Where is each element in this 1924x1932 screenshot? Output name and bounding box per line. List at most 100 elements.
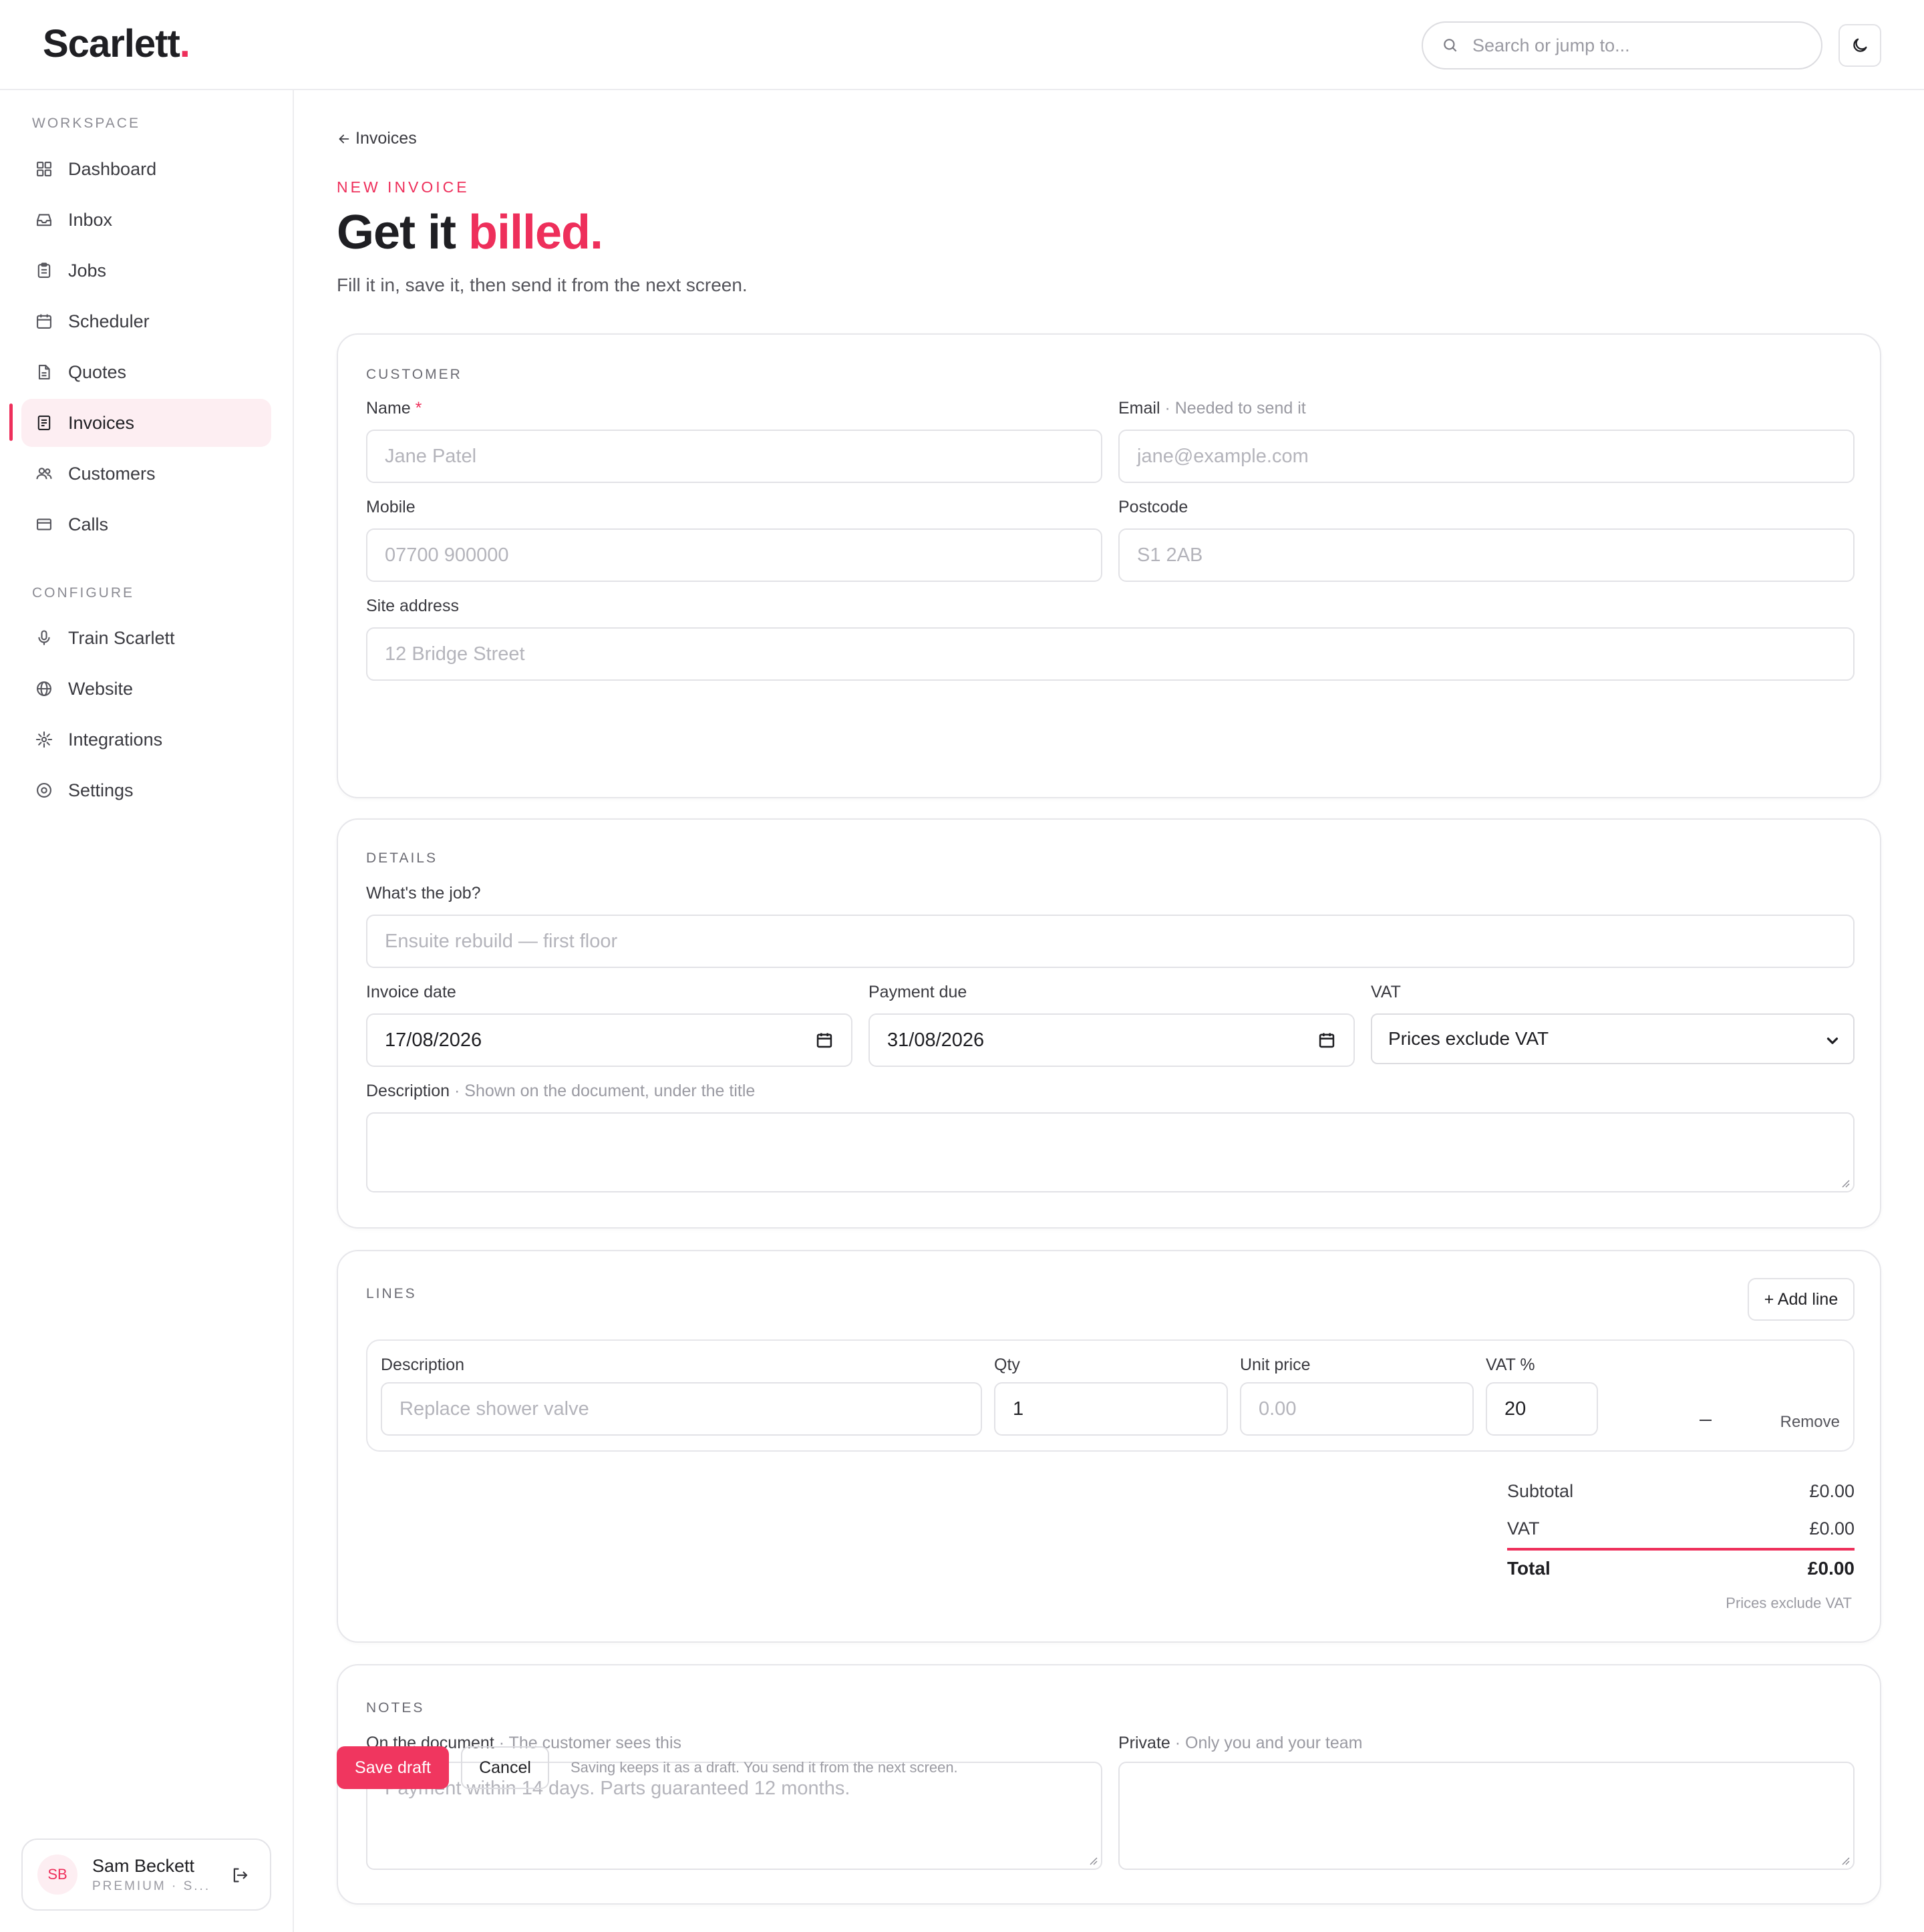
sidebar-item-customers[interactable]: Customers bbox=[21, 450, 271, 498]
sidebar-item-label: Quotes bbox=[68, 361, 127, 382]
search-input[interactable]: Search or jump to... bbox=[1422, 21, 1822, 69]
sidebar: WORKSPACE Dashboard Inbox Jobs Scheduler… bbox=[0, 90, 294, 1932]
top-bar: Scarlett. Search or jump to... bbox=[0, 0, 1924, 90]
name-label: Name * bbox=[366, 399, 422, 418]
sidebar-item-scheduler[interactable]: Scheduler bbox=[21, 297, 271, 345]
line-total-placeholder bbox=[1700, 1420, 1712, 1421]
sidebar-item-inbox[interactable]: Inbox bbox=[21, 196, 271, 244]
sidebar-item-label: Website bbox=[68, 678, 134, 699]
calendar-icon[interactable] bbox=[1317, 1031, 1336, 1050]
resize-grip-icon[interactable] bbox=[1088, 1855, 1098, 1866]
cancel-button[interactable]: Cancel bbox=[461, 1746, 549, 1789]
calendar-icon bbox=[37, 314, 51, 329]
sidebar-item-label: Settings bbox=[68, 780, 134, 800]
back-link[interactable]: Invoices bbox=[337, 129, 417, 148]
qty-label: Qty bbox=[994, 1355, 1020, 1374]
qty-field[interactable]: 1 bbox=[994, 1382, 1228, 1436]
inbox-icon bbox=[37, 214, 51, 226]
vat-label: VAT bbox=[1371, 983, 1401, 1001]
mobile-field[interactable]: 07700 900000 bbox=[366, 528, 1102, 582]
save-draft-button[interactable]: Save draft bbox=[337, 1746, 449, 1789]
mobile-label: Mobile bbox=[366, 498, 416, 516]
line-description-label: Description bbox=[381, 1355, 465, 1374]
unit-price-field[interactable]: 0.00 bbox=[1240, 1382, 1474, 1436]
private-notes-label: Private · Only you and your team bbox=[1118, 1734, 1363, 1752]
users-icon bbox=[36, 468, 52, 480]
app-logo[interactable]: Scarlett. bbox=[43, 21, 190, 66]
sparkle-icon bbox=[35, 731, 53, 748]
vat-select[interactable]: Prices exclude VAT bbox=[1371, 1013, 1855, 1064]
name-field[interactable]: Jane Patel bbox=[366, 430, 1102, 483]
lines-card: LINES + Add line Description Replace sho… bbox=[337, 1250, 1881, 1643]
user-card[interactable]: SB Sam Beckett PREMIUM · S... bbox=[21, 1838, 271, 1911]
line-vat-field[interactable]: 20 bbox=[1486, 1382, 1598, 1436]
phone-card-icon bbox=[37, 518, 51, 530]
save-hint: Saving keeps it as a draft. You send it … bbox=[571, 1759, 958, 1776]
email-field[interactable]: jane@example.com bbox=[1118, 430, 1855, 483]
vat-note: Prices exclude VAT bbox=[1726, 1595, 1852, 1611]
line-vat-label: VAT % bbox=[1486, 1355, 1535, 1374]
customer-section-title: CUSTOMER bbox=[366, 367, 462, 382]
grid-icon bbox=[37, 162, 51, 176]
invoice-date-field[interactable]: 17/08/2026 bbox=[366, 1013, 852, 1067]
postcode-field[interactable]: S1 2AB bbox=[1118, 528, 1855, 582]
sidebar-section-configure: CONFIGURE bbox=[32, 585, 134, 601]
microphone-icon bbox=[38, 630, 50, 645]
sidebar-item-label: Scheduler bbox=[68, 311, 150, 331]
sidebar-item-jobs[interactable]: Jobs bbox=[21, 247, 271, 295]
notes-section-title: NOTES bbox=[366, 1700, 425, 1716]
document-icon bbox=[38, 365, 50, 379]
private-notes-field[interactable] bbox=[1118, 1762, 1855, 1870]
remove-line-button[interactable]: Remove bbox=[1780, 1413, 1840, 1432]
job-field[interactable]: Ensuite rebuild — first floor bbox=[366, 915, 1855, 968]
sidebar-item-label: Invoices bbox=[68, 412, 135, 433]
theme-toggle-button[interactable] bbox=[1838, 24, 1881, 67]
sidebar-section-workspace: WORKSPACE bbox=[32, 116, 140, 131]
page-title: Get it billed. bbox=[337, 206, 603, 259]
description-field[interactable] bbox=[366, 1112, 1855, 1192]
sidebar-item-label: Dashboard bbox=[68, 158, 157, 179]
receipt-icon bbox=[37, 416, 51, 430]
line-description-field[interactable]: Replace shower valve bbox=[381, 1382, 982, 1436]
sidebar-item-label: Inbox bbox=[68, 209, 113, 230]
payment-due-field[interactable]: 31/08/2026 bbox=[868, 1013, 1355, 1067]
page-eyebrow: NEW INVOICE bbox=[337, 178, 470, 196]
logout-icon[interactable] bbox=[230, 1865, 250, 1885]
globe-icon bbox=[37, 681, 51, 696]
page-subtitle: Fill it in, save it, then send it from t… bbox=[337, 275, 748, 295]
clipboard-icon bbox=[37, 263, 51, 278]
unit-price-label: Unit price bbox=[1240, 1355, 1311, 1374]
sidebar-item-invoices[interactable]: Invoices bbox=[21, 399, 271, 447]
sidebar-item-quotes[interactable]: Quotes bbox=[21, 348, 271, 396]
gear-icon bbox=[37, 783, 51, 798]
search-icon bbox=[1444, 39, 1457, 52]
address-label: Site address bbox=[366, 597, 459, 615]
invoice-date-label: Invoice date bbox=[366, 983, 456, 1001]
payment-due-label: Payment due bbox=[868, 983, 967, 1001]
add-line-button[interactable]: + Add line bbox=[1748, 1278, 1855, 1321]
sidebar-item-label: Calls bbox=[68, 514, 109, 534]
form-actions: Save draft Cancel Saving keeps it as a d… bbox=[337, 1746, 958, 1789]
arrow-left-icon bbox=[339, 134, 349, 143]
resize-grip-icon[interactable] bbox=[1840, 1855, 1851, 1866]
search-placeholder: Search or jump to... bbox=[1472, 35, 1630, 55]
avatar: SB bbox=[37, 1855, 77, 1895]
customer-card: CUSTOMER Name * Jane Patel Email · Neede… bbox=[337, 333, 1881, 798]
total-divider bbox=[1507, 1548, 1855, 1551]
details-section-title: DETAILS bbox=[366, 850, 438, 866]
subtotal-row: Subtotal £0.00 bbox=[1507, 1481, 1855, 1501]
sidebar-item-integrations[interactable]: Integrations bbox=[21, 715, 271, 764]
resize-grip-icon[interactable] bbox=[1840, 1178, 1851, 1188]
sidebar-item-label: Customers bbox=[68, 463, 156, 484]
sidebar-item-calls[interactable]: Calls bbox=[21, 500, 271, 548]
address-field[interactable]: 12 Bridge Street bbox=[366, 627, 1855, 681]
sidebar-item-settings[interactable]: Settings bbox=[21, 766, 271, 814]
calendar-icon[interactable] bbox=[815, 1031, 834, 1050]
back-link-label: Invoices bbox=[355, 129, 417, 148]
sidebar-item-website[interactable]: Website bbox=[21, 665, 271, 713]
sidebar-item-dashboard[interactable]: Dashboard bbox=[21, 145, 271, 193]
vat-total-row: VAT £0.00 bbox=[1507, 1518, 1855, 1539]
sidebar-item-train-scarlett[interactable]: Train Scarlett bbox=[21, 614, 271, 662]
email-label: Email · Needed to send it bbox=[1118, 399, 1306, 418]
chevron-down-icon bbox=[1826, 1037, 1838, 1044]
